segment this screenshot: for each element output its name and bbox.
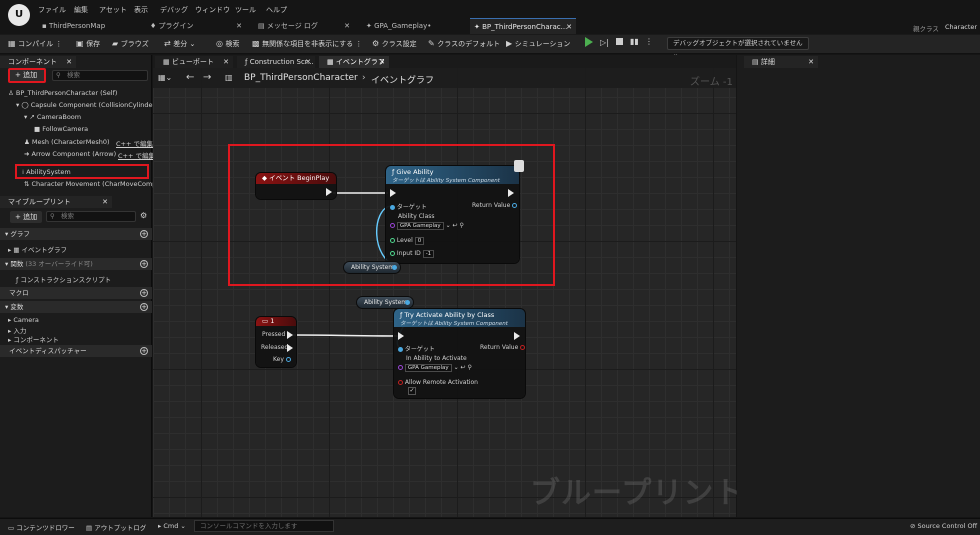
exec-in-pin[interactable] [390,189,396,197]
node-event-beginplay[interactable]: ◆ イベント BeginPlay [256,173,336,199]
pin-ability-class-label: Ability Class [398,213,435,220]
network-icon [514,160,524,172]
pin-allow-remote[interactable]: Allow Remote Activation [398,379,478,386]
pin-key[interactable]: Key [273,356,291,363]
unreal-logo-icon[interactable]: U [8,4,30,26]
exec-out-pressed[interactable] [287,331,293,339]
node-key-1[interactable]: ▭ 1 Pressed Released Key [256,317,296,367]
pin-return-value[interactable]: Return Value [480,344,526,351]
pin-return-value[interactable]: Return Value [472,202,518,209]
keyboard-icon: ▭ [262,317,271,325]
pin-level[interactable]: Level 0 [390,237,425,245]
exec-wire-pressed [291,334,399,337]
exec-out-pin[interactable] [508,189,514,197]
node-header: ƒ Give Ability ターゲットは Ability System Com… [386,166,519,184]
node-header: ƒ Try Activate Ability by Class ターゲットは A… [394,309,525,327]
pin-in-ability-label: In Ability to Activate [406,355,467,362]
pin-in-ability[interactable]: GPA Gameplay ⌄ ↩ ⚲ [398,364,472,372]
allow-remote-checkbox[interactable]: ✓ [408,387,416,395]
ue-blueprint-editor: U ファイル 編集 アセット 表示 デバッグ ウィンドウ ツール ヘルプ ▪ T… [0,0,980,535]
pin-target[interactable]: ターゲット [390,202,427,211]
pin-input-id[interactable]: Input ID -1 [390,250,435,258]
pin-ability-class[interactable]: GPA Gameplay ⌄ ↩ ⚲ [390,222,464,230]
exec-out-pin[interactable] [514,332,520,340]
exec-out-pin[interactable] [326,188,332,196]
node-header: ▭ 1 [256,317,296,326]
node-header: ◆ イベント BeginPlay [256,173,336,184]
exec-in-pin[interactable] [398,332,404,340]
exec-out-released[interactable] [287,344,293,352]
node-try-activate-ability[interactable]: ƒ Try Activate Ability by Class ターゲットは A… [394,309,526,398]
node-ability-system-getter[interactable]: Ability System [356,296,414,309]
node-ability-system-getter[interactable]: Ability System [343,261,401,274]
node-give-ability[interactable]: ƒ Give Ability ターゲットは Ability System Com… [386,166,519,263]
pin-released[interactable]: Released [261,344,288,351]
pin-pressed[interactable]: Pressed [262,331,285,338]
pin-target[interactable]: ターゲット [398,344,435,353]
